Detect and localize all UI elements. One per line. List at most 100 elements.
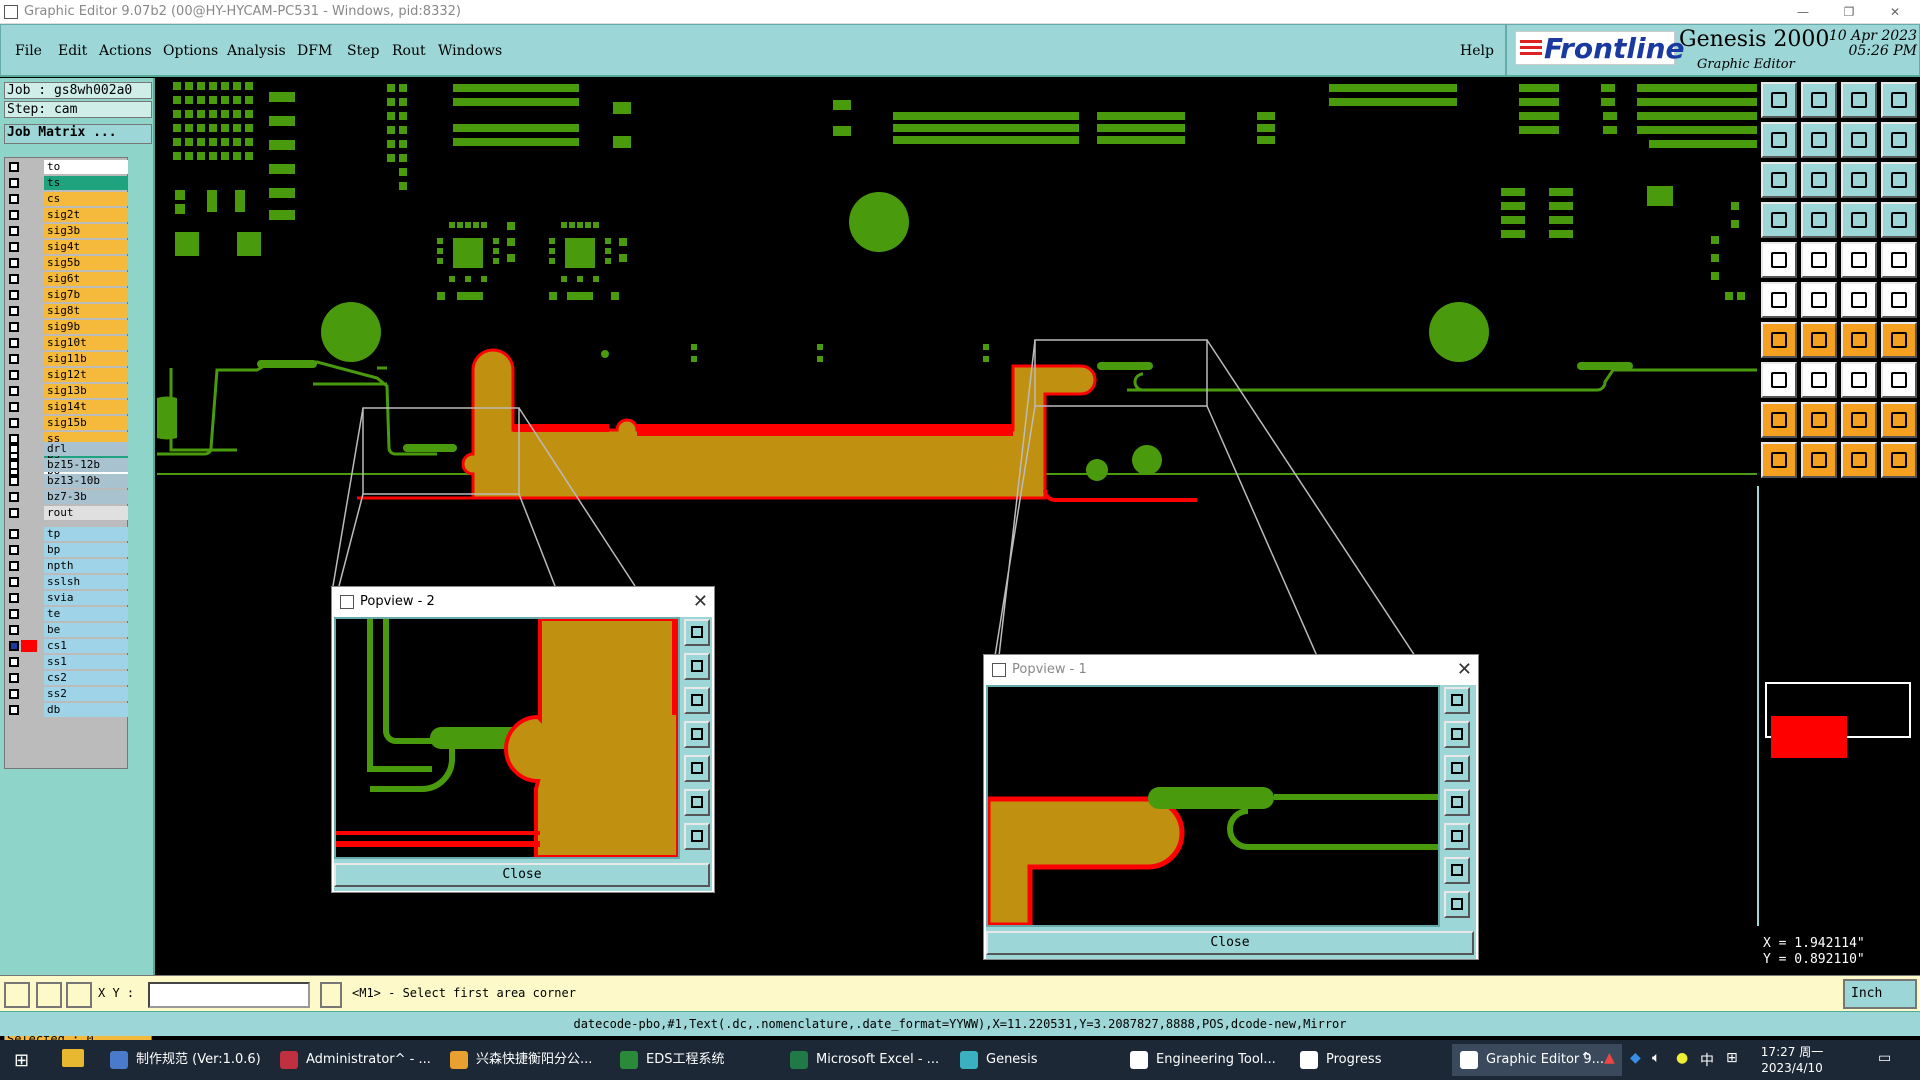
layer-name[interactable]: db: [44, 703, 128, 717]
layer-row-db[interactable]: db: [7, 703, 128, 717]
popview-1-view[interactable]: [986, 685, 1440, 927]
add-pad-icon[interactable]: [1761, 362, 1797, 398]
popview-pan-up-button[interactable]: [1444, 721, 1470, 748]
layer-name[interactable]: be: [44, 623, 128, 637]
delete-icon[interactable]: [1801, 362, 1837, 398]
menu-step[interactable]: Step: [347, 43, 379, 59]
layer-checkbox[interactable]: [9, 625, 19, 635]
layer-row-npth[interactable]: npth: [7, 559, 128, 573]
copy-icon[interactable]: [1881, 362, 1917, 398]
layer-checkbox[interactable]: [9, 657, 19, 667]
taskbar-item[interactable]: 制作规范 (Ver:1.0.6): [102, 1044, 262, 1076]
redraw-icon[interactable]: [1761, 202, 1797, 238]
xy-input[interactable]: [148, 982, 310, 1008]
layer-checkbox[interactable]: [9, 242, 19, 252]
layer-row-be[interactable]: be: [7, 623, 128, 637]
popview-zoom-out-button[interactable]: [1444, 891, 1470, 918]
layer-row-to[interactable]: to: [7, 160, 128, 174]
restore-icon[interactable]: ❐: [1826, 0, 1872, 24]
layer-name[interactable]: sig8t: [44, 304, 128, 318]
windows-start-icon[interactable]: ⊞: [14, 1050, 29, 1071]
layout-icon[interactable]: [1881, 82, 1917, 118]
layer-checkbox[interactable]: [9, 444, 19, 454]
layer-name[interactable]: sig11b: [44, 352, 128, 366]
popview-pan-up-button[interactable]: [684, 653, 710, 680]
layer-row-bz7-3b[interactable]: bz7-3b: [7, 490, 128, 504]
keyboard-layout-icon[interactable]: ⊞: [1726, 1050, 1738, 1066]
help-icon[interactable]: [1881, 162, 1917, 198]
color-icon[interactable]: [1801, 242, 1837, 278]
layer-name[interactable]: sig10t: [44, 336, 128, 350]
layer-name[interactable]: bp: [44, 543, 128, 557]
layer-row-drl[interactable]: drl: [7, 442, 128, 456]
home-icon[interactable]: [1841, 82, 1877, 118]
layer-name[interactable]: ss1: [44, 655, 128, 669]
layer-name[interactable]: bz13-10b: [44, 474, 128, 488]
layer-row-sig12t[interactable]: sig12t: [7, 368, 128, 382]
open-step-icon[interactable]: [1761, 82, 1797, 118]
grid-icon[interactable]: [66, 982, 92, 1008]
popview-2-titlebar[interactable]: Popview - 2 ✕: [332, 587, 714, 617]
layer-checkbox[interactable]: [9, 194, 19, 204]
cross-icon[interactable]: [1801, 282, 1837, 318]
layer-name[interactable]: to: [44, 160, 128, 174]
layer-name[interactable]: drl: [44, 442, 128, 456]
snap-mode-icon[interactable]: [4, 982, 30, 1008]
menu-rout[interactable]: Rout: [392, 43, 426, 59]
layer-row-cs1[interactable]: cs1: [7, 639, 128, 653]
pad-icon[interactable]: [1881, 242, 1917, 278]
layer-name[interactable]: ts: [44, 176, 128, 190]
surface-icon[interactable]: [1761, 402, 1797, 438]
feature-icon[interactable]: [1801, 402, 1837, 438]
popview-pan-left-button[interactable]: [1444, 789, 1470, 816]
popview-pan-down-button[interactable]: [684, 687, 710, 714]
layer-name[interactable]: sslsh: [44, 575, 128, 589]
layer-name[interactable]: sig6t: [44, 272, 128, 286]
layer-name[interactable]: cs: [44, 192, 128, 206]
layer-row-rout[interactable]: rout: [7, 506, 128, 520]
layer-name[interactable]: ss2: [44, 687, 128, 701]
layer-row-sig6t[interactable]: sig6t: [7, 272, 128, 286]
close-icon[interactable]: ✕: [1457, 655, 1472, 685]
layer-checkbox[interactable]: [9, 306, 19, 316]
tray-status-icon[interactable]: ●: [1676, 1050, 1688, 1066]
popview-1-close-button[interactable]: Close: [986, 931, 1474, 955]
layer-name[interactable]: npth: [44, 559, 128, 573]
layer-row-sig5b[interactable]: sig5b: [7, 256, 128, 270]
overview-map[interactable]: [1757, 486, 1920, 926]
units-selector[interactable]: Inch: [1843, 979, 1917, 1009]
layer-row-sig14t[interactable]: sig14t: [7, 400, 128, 414]
layer-row-svia[interactable]: svia: [7, 591, 128, 605]
layer-row-bz15-12b[interactable]: bz15-12b: [7, 458, 128, 472]
layer-checkbox[interactable]: [9, 492, 19, 502]
layer-checkbox[interactable]: [9, 476, 19, 486]
layer-name[interactable]: sig9b: [44, 320, 128, 334]
measure-icon[interactable]: [36, 982, 62, 1008]
popview-zoom-in-button[interactable]: [1444, 857, 1470, 884]
layer-row-ts[interactable]: ts: [7, 176, 128, 190]
menu-dfm[interactable]: DFM: [297, 43, 332, 59]
edit-line-icon[interactable]: [1761, 322, 1797, 358]
layer-row-ss2[interactable]: ss2: [7, 687, 128, 701]
pan-left-icon[interactable]: [1761, 122, 1797, 158]
layer-checkbox[interactable]: [9, 178, 19, 188]
notification-icon[interactable]: ▭: [1878, 1050, 1891, 1066]
layer-checkbox[interactable]: [9, 529, 19, 539]
job-matrix-button[interactable]: Job Matrix ...: [4, 124, 152, 144]
zoom-window-icon[interactable]: [1881, 122, 1917, 158]
menu-analysis[interactable]: Analysis: [227, 43, 286, 59]
minimize-icon[interactable]: —: [1780, 0, 1826, 24]
pointer-icon[interactable]: [1761, 442, 1797, 478]
layer-row-sig8t[interactable]: sig8t: [7, 304, 128, 318]
grid-icon[interactable]: [1801, 202, 1837, 238]
layer-checkbox[interactable]: [9, 689, 19, 699]
popview-1-window[interactable]: Popview - 1 ✕ Close: [983, 654, 1479, 960]
arc-icon[interactable]: [1881, 282, 1917, 318]
taskbar-item[interactable]: Administrator^ - ...: [272, 1044, 432, 1076]
popview-pan-down-button[interactable]: [1444, 755, 1470, 782]
taskbar-clock[interactable]: 17:27 周一 2023/4/10: [1752, 1044, 1832, 1076]
layer-checkbox[interactable]: [9, 705, 19, 715]
layer-name[interactable]: svia: [44, 591, 128, 605]
popview-pan-right-button[interactable]: [1444, 823, 1470, 850]
layer-row-sslsh[interactable]: sslsh: [7, 575, 128, 589]
